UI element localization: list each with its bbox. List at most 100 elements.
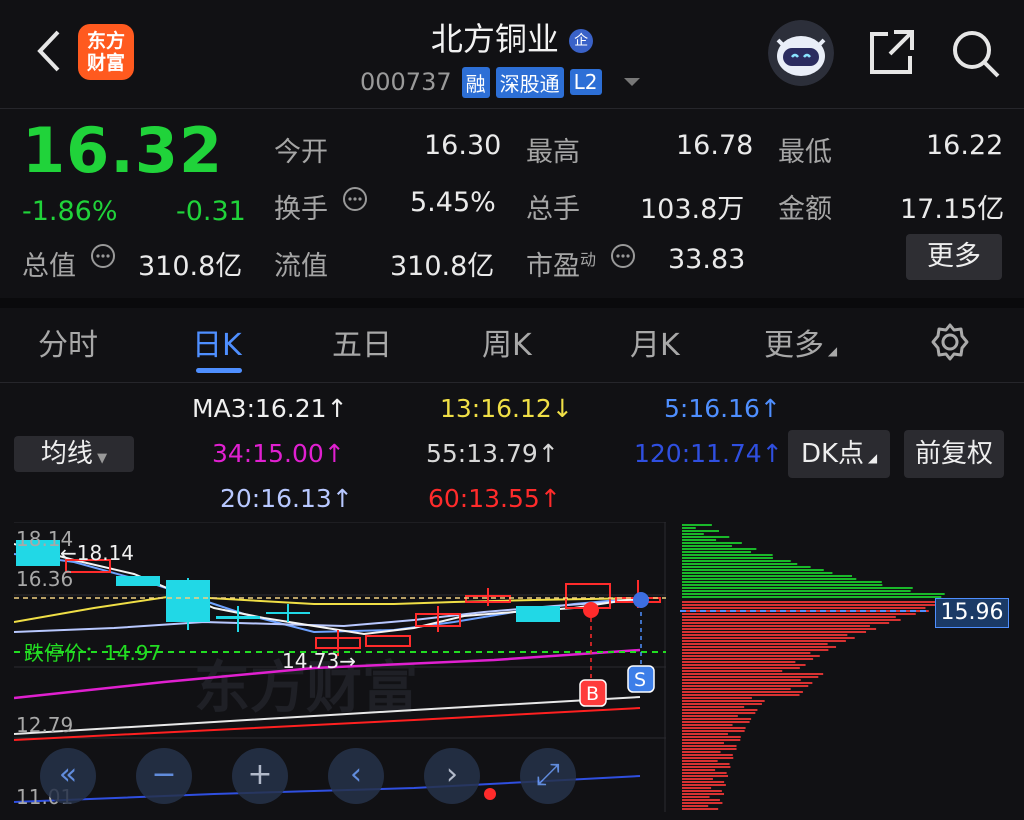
chip-bar [682, 784, 726, 786]
zoom-out-icon[interactable]: − [136, 748, 192, 804]
section-gap [0, 298, 1024, 308]
scroll-far-left-icon[interactable]: « [40, 748, 96, 804]
tab-five-day[interactable]: 五日 [332, 320, 392, 364]
assistant-robot-icon[interactable] [768, 20, 834, 86]
dk-point-button[interactable]: DK点 ◢ [788, 430, 890, 478]
tag-level2: L2 [569, 69, 602, 95]
chip-bar [682, 551, 752, 553]
low-label: 最低 [778, 137, 832, 168]
chip-bar [682, 766, 731, 768]
chip-bar [682, 682, 813, 684]
divider [0, 108, 1024, 109]
tag-connect: 深股通 [495, 66, 564, 98]
event-dot[interactable] [484, 788, 496, 800]
chip-bar [682, 527, 696, 529]
chip-bar [682, 751, 721, 753]
chip-bar [682, 593, 945, 595]
active-tab-indicator [196, 368, 242, 373]
chip-bar [682, 757, 734, 759]
ma-type-select[interactable]: 均线 ▼ [14, 436, 134, 472]
ma3-label: MA3:16.21↑ [192, 394, 348, 423]
volume-label: 总手 [526, 194, 580, 225]
scroll-left-icon[interactable]: ‹ [328, 748, 384, 804]
more-quote-button[interactable]: 更多 [906, 234, 1002, 280]
chip-bar [682, 634, 848, 636]
enterprise-badge-icon: 企 [569, 29, 594, 53]
chip-bar [682, 539, 717, 541]
chip-bar [682, 790, 722, 792]
chip-bar [682, 536, 730, 538]
tab-more[interactable]: 更多 ◢ [764, 320, 837, 364]
info-icon[interactable] [90, 243, 116, 273]
ma60-label: 60:13.55↑ [428, 484, 561, 513]
chip-bar [682, 715, 738, 717]
high-label: 最高 [526, 137, 580, 168]
chip-bar [682, 712, 756, 714]
chip-bar [682, 604, 947, 606]
chip-bar [682, 724, 733, 726]
chip-bar [682, 554, 773, 556]
scroll-right-icon[interactable]: › [424, 748, 480, 804]
fullscreen-icon[interactable]: ⤢ [520, 748, 576, 804]
period-low-label: 14.73→ [282, 649, 356, 673]
search-icon[interactable] [948, 26, 1002, 80]
chip-bar [682, 805, 709, 807]
candle [216, 616, 260, 619]
ma55-label: 55:13.79↑ [426, 439, 559, 468]
ma13-label: 13:16.12↓ [440, 394, 573, 423]
share-icon[interactable] [866, 26, 918, 78]
chip-bar [682, 670, 783, 672]
chip-bar [682, 596, 942, 598]
settings-gear-icon[interactable] [930, 322, 970, 362]
chip-bar [682, 709, 758, 711]
chip-bar [682, 799, 720, 801]
turnover-value: 5.45% [410, 187, 496, 218]
chip-bar [682, 754, 733, 756]
info-icon[interactable] [342, 186, 368, 216]
chip-bar [682, 721, 750, 723]
tab-intraday[interactable]: 分时 [38, 320, 98, 364]
chip-bar [682, 802, 723, 804]
chip-bar [682, 796, 710, 798]
chip-bar [682, 625, 870, 627]
chip-bar [682, 667, 800, 669]
chip-bar [682, 566, 811, 568]
chip-bar [682, 772, 727, 774]
sell-point-marker[interactable] [633, 592, 649, 608]
chip-bar [682, 601, 962, 603]
chip-bar [682, 640, 846, 642]
ma120-label: 120:11.74↑ [634, 439, 783, 468]
chip-bar [682, 700, 765, 702]
info-icon[interactable] [610, 243, 636, 273]
chip-bar [682, 769, 716, 771]
float-label: 流值 [274, 251, 328, 282]
chip-bar [682, 619, 901, 621]
chip-bar [682, 542, 742, 544]
tab-monthly-k[interactable]: 月K [630, 320, 680, 364]
pe-label: 市盈动 [526, 250, 597, 282]
zoom-in-icon[interactable]: + [232, 748, 288, 804]
chip-bar [682, 524, 712, 526]
buy-point-marker[interactable] [583, 602, 599, 618]
chip-bar [682, 787, 712, 789]
chip-bar [682, 563, 798, 565]
tab-weekly-k[interactable]: 周K [482, 320, 532, 364]
chip-bar [682, 676, 819, 678]
amount-value: 17.15亿 [900, 194, 1005, 225]
candle [166, 580, 210, 622]
chip-bar [682, 616, 896, 618]
dropdown-triangle-icon[interactable] [622, 75, 642, 89]
tab-daily-k[interactable]: 日K [192, 320, 242, 364]
chip-bar [682, 742, 724, 744]
change-amount: -0.31 [176, 196, 246, 227]
candle [266, 612, 310, 614]
chip-cost-badge: 15.96 [935, 598, 1009, 628]
pe-value: 33.83 [668, 244, 746, 275]
chip-distribution-panel [680, 522, 1020, 812]
chip-bar [682, 607, 926, 609]
chip-bar [682, 590, 911, 592]
stock-meta: 000737 融 深股通 L2 [360, 66, 642, 98]
amount-label: 金额 [778, 194, 832, 225]
chip-bar [682, 778, 713, 780]
forward-adjust-button[interactable]: 前复权 [904, 430, 1004, 478]
